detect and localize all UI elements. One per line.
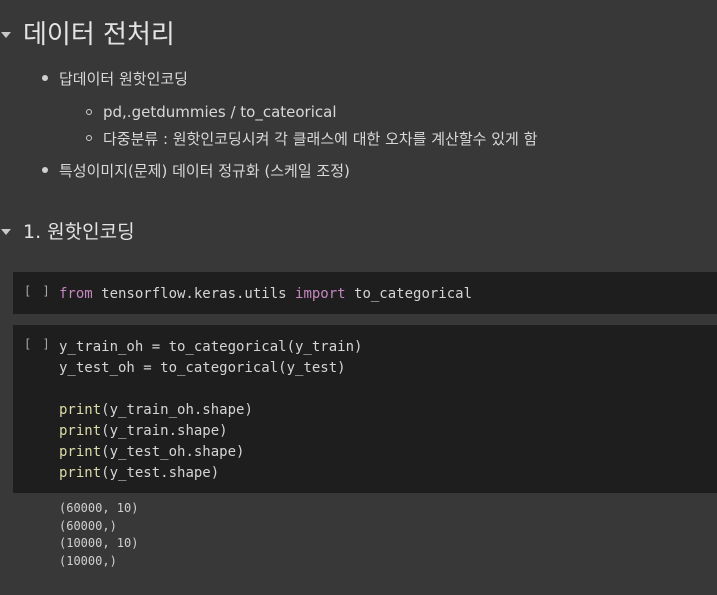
bullet-ring-icon (86, 109, 92, 115)
code-editor[interactable]: from tensorflow.keras.utils import to_ca… (59, 284, 472, 305)
print-args: (y_test_oh.shape) (101, 444, 245, 460)
print-args: (y_test.shape) (101, 465, 220, 481)
print-keyword: print (59, 444, 102, 460)
imported-name: to_categorical (345, 286, 473, 302)
output-line: (10000, 10) (59, 536, 139, 550)
list-item: 특성이미지(문제) 데이터 정규화 (스케일 조정) (42, 158, 350, 182)
keyword-from: from (59, 286, 93, 302)
output-line: (60000,) (59, 518, 117, 533)
section-title: 데이터 전처리 (23, 20, 175, 50)
code-line: print(y_test_oh.shape) (59, 442, 362, 463)
run-cell-button[interactable]: [ ] (24, 284, 52, 298)
output-line: (60000, 10) (59, 501, 139, 515)
list-item: 답데이터 원핫인코딩 (42, 66, 188, 90)
sub-bullet-text: 다중분류 : 원핫인코딩시켜 각 클래스에 대한 오차를 계산할수 있게 함 (103, 129, 538, 148)
print-keyword: print (59, 465, 102, 481)
bullet-dot-icon (42, 167, 48, 173)
collapse-caret-icon[interactable] (1, 228, 11, 235)
print-keyword: print (59, 423, 102, 439)
sub-bullet-text: pd,.getdummies / to_cateorical (103, 103, 337, 121)
section-heading-preprocessing[interactable]: 데이터 전처리 (0, 14, 175, 51)
list-item: pd,.getdummies / to_cateorical (86, 99, 537, 125)
sub-bullet-list: pd,.getdummies / to_cateorical 다중분류 : 원핫… (86, 99, 537, 151)
code-line: y_train_oh = to_categorical(y_train) (59, 339, 363, 355)
module-name: tensorflow.keras.utils (92, 286, 296, 302)
section-title: 1. 원핫인코딩 (23, 221, 135, 243)
run-cell-button[interactable]: [ ] (24, 337, 52, 351)
list-item: 다중분류 : 원핫인코딩시켜 각 클래스에 대한 오차를 계산할수 있게 함 (86, 125, 537, 151)
code-line: y_test_oh = to_categorical(y_test) (59, 360, 346, 376)
bullet-ring-icon (86, 135, 92, 141)
notebook-page: 데이터 전처리 답데이터 원핫인코딩 pd,.getdummies / to_c… (0, 0, 717, 595)
code-line: print(y_train.shape) (59, 421, 362, 442)
code-editor[interactable]: y_train_oh = to_categorical(y_train) y_te… (59, 337, 362, 484)
keyword-import: import (295, 286, 346, 302)
code-line: print(y_train_oh.shape) (59, 400, 362, 421)
collapse-caret-icon[interactable] (1, 31, 11, 38)
section-heading-onehot[interactable]: 1. 원핫인코딩 (0, 217, 135, 244)
bullet-text: 답데이터 원핫인코딩 (59, 69, 188, 88)
code-line: print(y_test.shape) (59, 463, 362, 484)
print-args: (y_train.shape) (101, 423, 228, 439)
print-args: (y_train_oh.shape) (101, 402, 253, 418)
code-cell[interactable]: [ ] from tensorflow.keras.utils import t… (13, 272, 717, 314)
output-line: (10000,) (59, 553, 117, 568)
code-cell[interactable]: [ ] y_train_oh = to_categorical(y_train)… (13, 325, 717, 493)
cell-output: (60000, 10) (60000,) (10000, 10) (10000,) (59, 500, 138, 570)
bullet-text: 특성이미지(문제) 데이터 정규화 (스케일 조정) (59, 161, 350, 180)
bullet-list: 답데이터 원핫인코딩 (42, 66, 188, 90)
print-keyword: print (59, 402, 102, 418)
bullet-dot-icon (42, 75, 48, 81)
bullet-list: 특성이미지(문제) 데이터 정규화 (스케일 조정) (42, 158, 350, 182)
